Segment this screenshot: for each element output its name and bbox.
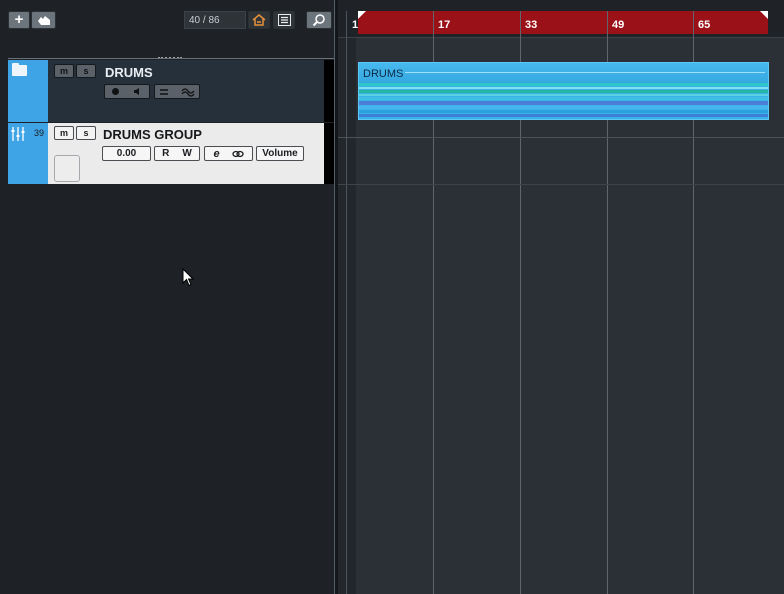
event-lane (359, 87, 768, 89)
track-drums-group[interactable]: 39 m s DRUMS GROUP 0.00 R W e Volume (8, 123, 334, 184)
house-icon (252, 14, 266, 26)
track-list: + 40 / 86 m s DRUMS 39 m s DRUMS GROUP 0… (0, 0, 336, 594)
solo-button[interactable]: s (76, 126, 96, 140)
record-monitor-group (104, 84, 150, 99)
write-automation-button[interactable]: W (182, 148, 191, 159)
event-name: DRUMS (363, 68, 404, 80)
event-lane (359, 110, 768, 113)
solo-button[interactable]: s (76, 64, 96, 78)
bar-label: 1 (352, 19, 359, 31)
track-list-toolbar: + 40 / 86 (0, 0, 336, 38)
track-lane-divider (338, 184, 784, 185)
track-number: 39 (34, 128, 45, 138)
event-lane (359, 94, 768, 96)
event-lane (359, 90, 768, 93)
bar-label: 65 (698, 19, 711, 31)
hand-cursor-icon (37, 16, 50, 25)
track-edge (324, 123, 334, 184)
track-header: m s DRUMS (48, 60, 324, 122)
right-locator[interactable] (760, 11, 768, 19)
mixer-fader-icon (11, 127, 25, 141)
automation-parameter-selector[interactable]: Volume (256, 146, 304, 161)
event-lane (359, 114, 768, 117)
visible-tracks-counter: 40 / 86 (184, 11, 246, 29)
read-write-group: R W (154, 146, 200, 161)
folder-edit-group (154, 84, 200, 99)
event-lane (359, 83, 768, 86)
track-color-strip[interactable] (8, 60, 48, 122)
track-name[interactable]: DRUMS GROUP (103, 127, 202, 142)
track-header: m s DRUMS GROUP 0.00 R W e Volume (48, 123, 324, 184)
event-header: DRUMS (359, 63, 768, 83)
add-track-button[interactable]: + (8, 11, 30, 29)
divider (8, 58, 334, 59)
mouse-pointer-icon (182, 268, 194, 287)
plus-icon: + (14, 11, 24, 28)
track-list-settings-button[interactable] (273, 11, 295, 29)
search-icon (312, 13, 325, 26)
track-edge (324, 60, 334, 122)
track-lane-divider (338, 137, 784, 138)
pre-roll-area (338, 38, 356, 594)
event-lane (359, 101, 768, 105)
edit-link-group: e (204, 146, 253, 161)
search-button[interactable] (306, 11, 332, 29)
folder-icon (12, 63, 27, 76)
bar-label: 49 (612, 19, 625, 31)
track-drums[interactable]: m s DRUMS (8, 60, 334, 122)
event-lane (359, 97, 768, 100)
folder-part-drums[interactable]: DRUMS (358, 62, 769, 120)
list-icon (277, 14, 291, 26)
ruler[interactable] (338, 0, 784, 38)
waveform-icon[interactable] (181, 87, 195, 97)
record-enable-icon[interactable] (112, 88, 119, 95)
lanes-icon[interactable] (159, 88, 169, 96)
track-visibility-button[interactable] (248, 11, 270, 29)
speaker-icon[interactable] (133, 87, 142, 96)
event-lane (359, 106, 768, 109)
mute-button[interactable]: m (54, 126, 74, 140)
level-meter (54, 155, 80, 182)
event-line (405, 72, 765, 73)
track-color-strip[interactable]: 39 (8, 123, 48, 184)
bar-label: 33 (525, 19, 538, 31)
project-window[interactable]: 1 17 33 49 65 DRUMS (338, 0, 784, 594)
read-automation-button[interactable]: R (162, 148, 169, 159)
ruler-baseline (338, 37, 784, 38)
left-locator[interactable] (358, 11, 366, 19)
track-presets-button[interactable] (31, 11, 56, 29)
bar-label: 17 (438, 19, 451, 31)
project-start-line (346, 11, 347, 594)
link-icon[interactable] (231, 150, 244, 158)
volume-field[interactable]: 0.00 (102, 146, 151, 161)
edit-channel-icon[interactable]: e (213, 148, 219, 160)
track-name[interactable]: DRUMS (105, 65, 153, 80)
mute-button[interactable]: m (54, 64, 74, 78)
